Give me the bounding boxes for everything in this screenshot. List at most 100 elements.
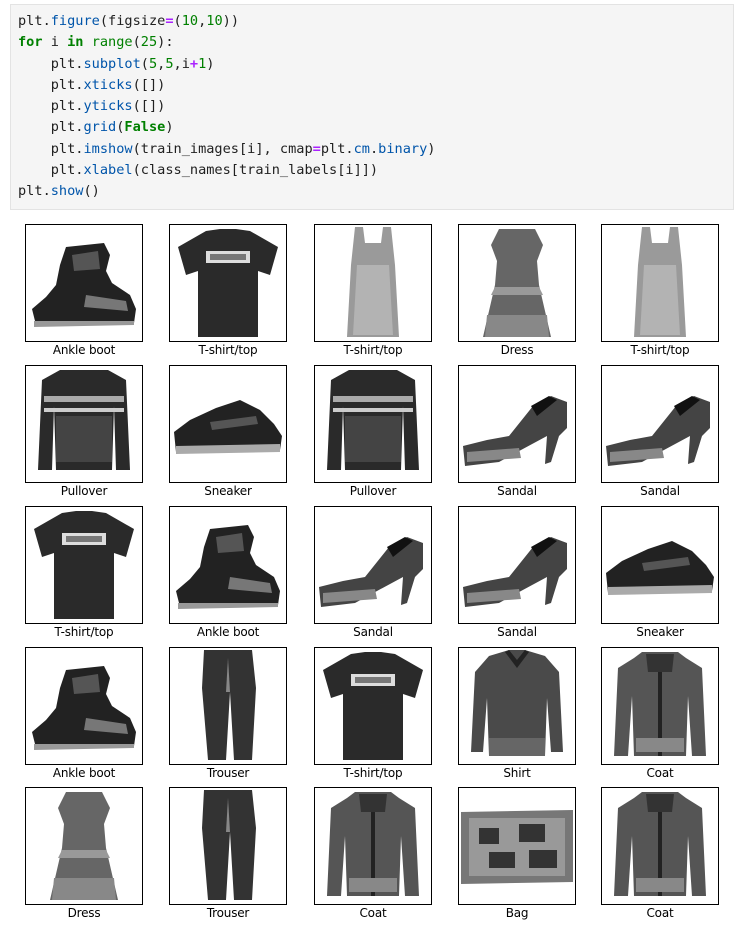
subplot-image-frame: [314, 647, 432, 765]
bag-icon: [461, 810, 573, 884]
subplot-xlabel: Ankle boot: [52, 343, 116, 357]
subplot-xlabel: Sandal: [497, 484, 537, 498]
subplot-xlabel: T-shirt/top: [630, 343, 690, 357]
subplot-xlabel: Pullover: [60, 484, 108, 498]
sneaker-icon: [174, 400, 282, 454]
dress-icon: [50, 792, 118, 900]
subplot-cell: Coat: [601, 787, 719, 923]
tank-top-icon: [634, 227, 686, 337]
subplot-xlabel: Dress: [500, 343, 534, 357]
subplot-cell: Coat: [314, 787, 432, 923]
subplot-cell: Sneaker: [601, 506, 719, 642]
code-token: plt: [18, 183, 43, 200]
subplot-cell: Ankle boot: [25, 224, 143, 360]
subplot-image-frame: [601, 787, 719, 905]
subplot-image-frame: [458, 506, 576, 624]
code-token: i: [42, 34, 68, 51]
ankle-boot-icon: [32, 666, 136, 750]
subplot-xlabel: T-shirt/top: [343, 766, 403, 780]
subplot-grid: Ankle boot T-shirt/top T-shirt/top Dress…: [25, 224, 721, 924]
subplot-cell: Pullover: [25, 365, 143, 501]
code-token: plt: [18, 140, 76, 157]
code-token: for: [18, 34, 43, 51]
code-line: plt.show(): [18, 181, 726, 202]
trouser-icon: [202, 650, 256, 760]
subplot-cell: Dress: [458, 224, 576, 360]
tshirt-icon: [34, 511, 134, 619]
code-token: range: [91, 34, 133, 51]
code-token: (class_names[train_labels[i]]): [132, 162, 379, 179]
code-token: False: [124, 119, 166, 136]
subplot-cell: Trouser: [169, 647, 287, 783]
subplot-cell: T-shirt/top: [601, 224, 719, 360]
code-token: cm: [353, 140, 370, 157]
code-line: plt.xticks([]): [18, 75, 726, 96]
code-token: plt: [18, 55, 76, 72]
subplot-image-frame: [25, 787, 143, 905]
subplot-image-frame: [314, 787, 432, 905]
subplot-xlabel: Bag: [505, 906, 529, 920]
subplot-image-frame: [314, 506, 432, 624]
code-line: plt.subplot(5,5,i+1): [18, 54, 726, 75]
subplot-image-frame: [25, 224, 143, 342]
code-token: 5: [148, 55, 158, 72]
subplot-image-frame: [25, 365, 143, 483]
subplot-xlabel: Sandal: [497, 625, 537, 639]
subplot-xlabel: Trouser: [206, 906, 250, 920]
subplot-image-frame: [458, 787, 576, 905]
shirt-icon: [471, 650, 563, 756]
subplot-image-frame: [314, 365, 432, 483]
subplot-cell: T-shirt/top: [169, 224, 287, 360]
subplot-xlabel: Pullover: [349, 484, 397, 498]
code-token: (): [83, 183, 100, 200]
tank-top-icon: [347, 227, 399, 337]
code-token: (: [173, 13, 182, 29]
subplot-xlabel: T-shirt/top: [54, 625, 114, 639]
subplot-xlabel: Coat: [646, 906, 674, 920]
code-token: plt: [18, 98, 76, 115]
code-token: yticks: [83, 98, 133, 115]
subplot-cell: Shirt: [458, 647, 576, 783]
sandal-icon: [606, 396, 710, 466]
subplot-xlabel: Sneaker: [636, 625, 684, 639]
code-token: ): [165, 119, 174, 136]
subplot-cell: Sneaker: [169, 365, 287, 501]
subplot-xlabel: Shirt: [503, 766, 531, 780]
coat-icon: [614, 792, 706, 896]
subplot-image-frame: [458, 365, 576, 483]
subplot-image-frame: [169, 506, 287, 624]
code-token: plt: [18, 76, 76, 93]
subplot-xlabel: Coat: [646, 766, 674, 780]
subplot-xlabel: Sandal: [353, 625, 393, 639]
code-token: imshow: [83, 140, 133, 157]
subplot-cell: Trouser: [169, 787, 287, 923]
subplot-cell: Ankle boot: [25, 647, 143, 783]
subplot-xlabel: Ankle boot: [196, 625, 260, 639]
code-token: =: [312, 140, 321, 157]
subplot-image-frame: [169, 647, 287, 765]
subplot-image-frame: [458, 224, 576, 342]
sandal-icon: [319, 537, 423, 607]
code-token: xlabel: [83, 162, 133, 179]
tshirt-icon: [323, 652, 423, 760]
code-token: (train_images[i], cmap: [132, 140, 313, 157]
code-token: (figsize: [99, 13, 166, 29]
code-token: plt: [320, 140, 346, 157]
subplot-image-frame: [169, 224, 287, 342]
subplot-cell: T-shirt/top: [25, 506, 143, 642]
code-line: for i in range(25):: [18, 32, 726, 53]
code-token: grid: [83, 119, 117, 136]
subplot-cell: Sandal: [314, 506, 432, 642]
code-token: 10: [206, 13, 223, 29]
subplot-cell: Ankle boot: [169, 506, 287, 642]
subplot-xlabel: T-shirt/top: [198, 343, 258, 357]
coat-icon: [327, 792, 419, 896]
code-body: plt.figure(figsize=(10,10)) for i in rang…: [18, 11, 726, 203]
code-token: ): [427, 140, 436, 157]
code-token: ([]): [132, 76, 166, 93]
code-token: in: [67, 34, 84, 51]
code-token: .: [42, 183, 51, 200]
sandal-icon: [463, 396, 567, 466]
subplot-cell: Coat: [601, 647, 719, 783]
code-cell[interactable]: plt.figure(figsize=(10,10)) for i in rang…: [10, 4, 734, 210]
